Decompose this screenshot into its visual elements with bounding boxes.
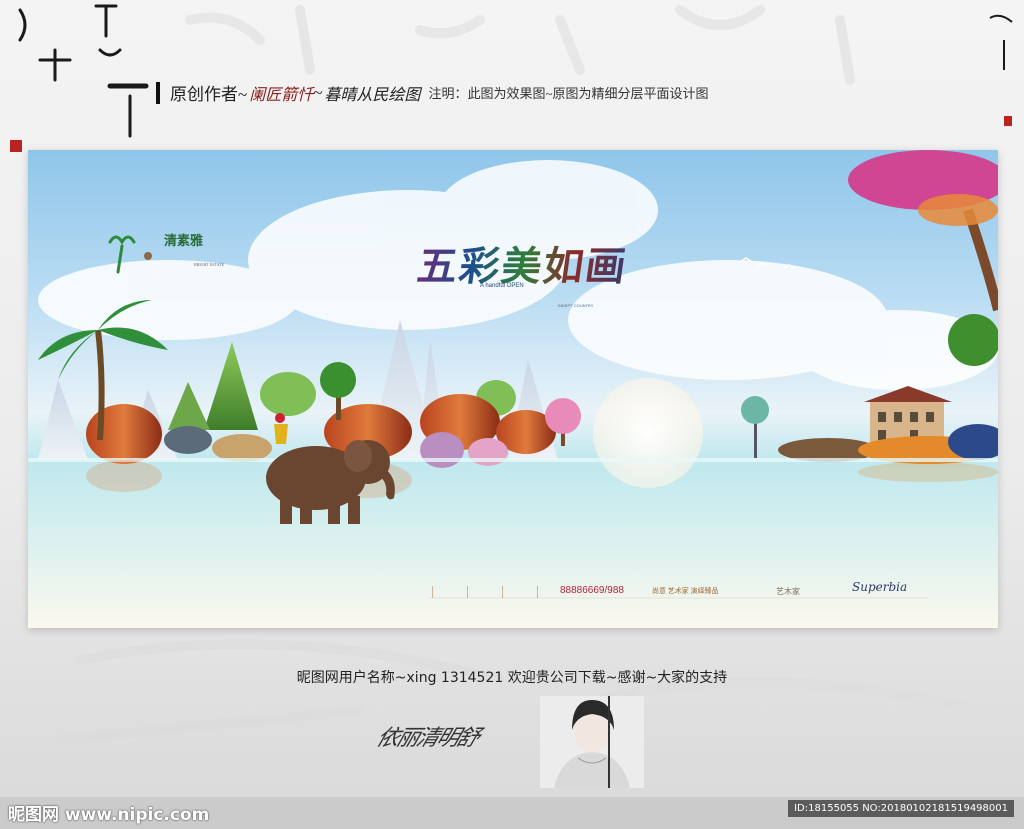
elephant	[266, 440, 395, 524]
estate-logo: 清素雅	[104, 230, 203, 249]
header-note: 注明：此图为效果图~原图为精细分层平面设计图	[428, 86, 709, 101]
author-portrait	[540, 696, 644, 788]
footer-info-item	[432, 586, 461, 598]
sun	[593, 378, 703, 488]
estate-logo-sub: BRIGHT ESTATE	[194, 262, 224, 267]
banner-scene	[28, 150, 998, 599]
footer-info-item	[467, 586, 496, 598]
header-author-line: 原创作者~ 阑匠箭忏 ~ 暮晴从民绘图 注明：此图为效果图~原图为精细分层平面设…	[156, 80, 708, 105]
header-prefix: 原创作者~	[170, 85, 248, 104]
credit-line: 昵图网用户名称~xing 1314521 欢迎贵公司下载~感谢~大家的支持	[296, 670, 728, 686]
banner-artwork: 清素雅 BRIGHT ESTATE 五彩美如画 A handful OPEN I…	[28, 150, 998, 628]
teal-tree	[741, 396, 769, 458]
magenta-tree	[848, 150, 998, 312]
image-id-badge: ID:18155055 NO:20180102181519498001	[788, 800, 1014, 817]
signature: 依丽清明舒	[373, 726, 482, 751]
estate-logo-name: 清素雅	[164, 233, 204, 248]
footer-info-item	[502, 586, 531, 598]
header-dash	[156, 81, 160, 104]
left-calligraphy-decoration	[10, 4, 149, 152]
rider	[274, 413, 288, 444]
header-brand: 阑匠箭忏	[249, 86, 314, 104]
site-logo[interactable]: 昵图网 www.nipic.com	[8, 800, 209, 825]
banner-subtitle-2: INDEPT COUNTRY	[558, 303, 594, 308]
header-brand-2: 暮晴从民绘图	[324, 86, 421, 104]
banner-slogan: 尚意 艺术家 演绎臻品	[652, 587, 719, 595]
reflection	[86, 460, 998, 498]
header-separator: ~	[313, 82, 323, 102]
banner-phone: 88886669/988	[560, 585, 624, 596]
banner-brand-script: Superbia	[852, 580, 908, 594]
right-calligraphy-decoration	[989, 14, 1013, 126]
banner-brand-cn: 艺木家	[776, 587, 800, 596]
footer-info-items	[432, 586, 566, 598]
banner-subtitle: A handful OPEN	[480, 283, 524, 289]
right-green-tree	[948, 314, 998, 366]
